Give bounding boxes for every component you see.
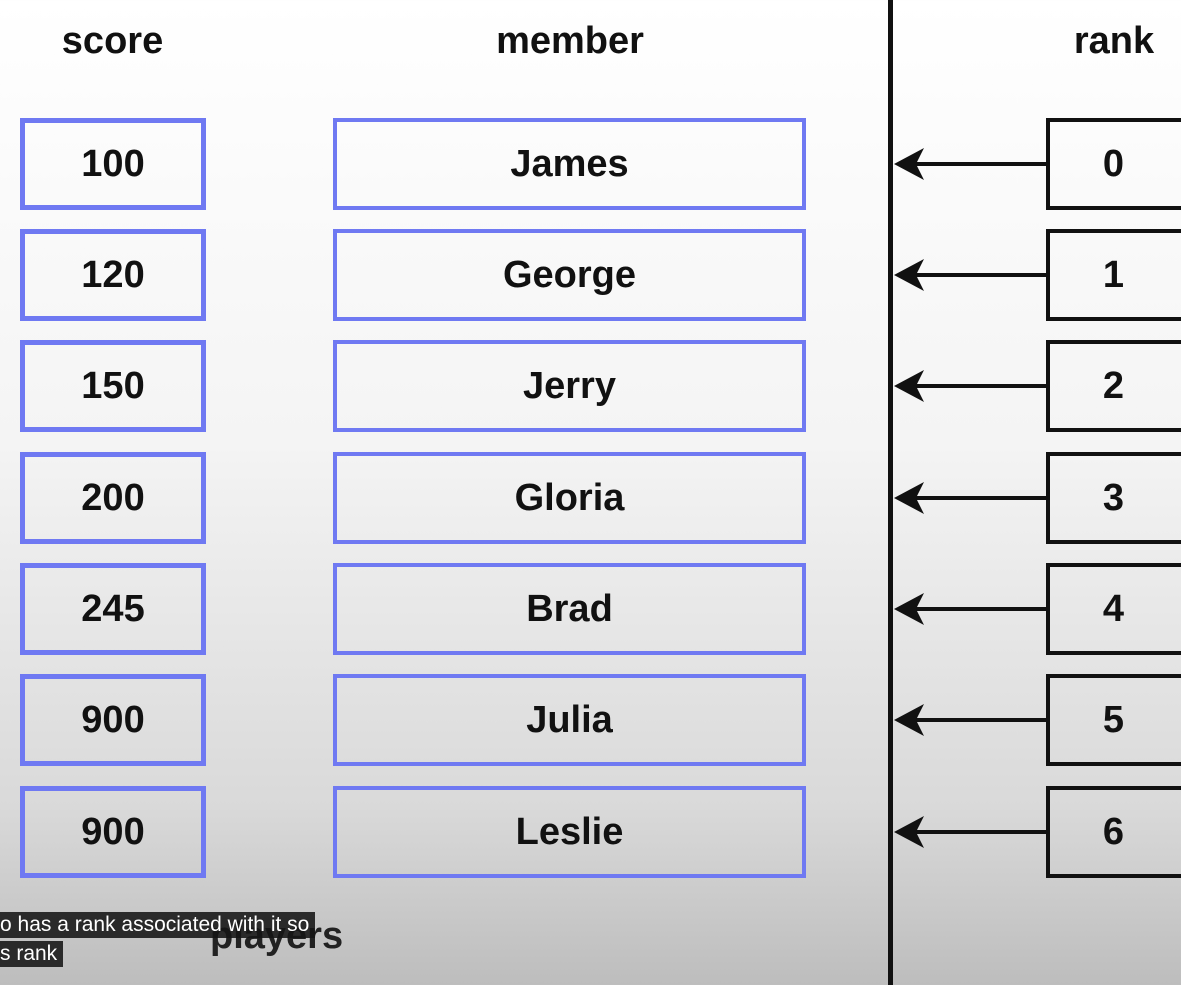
member-cell: George [333, 229, 806, 321]
diagram-row: 200 Gloria 3 [0, 452, 1181, 544]
left-arrow-icon [894, 704, 1048, 736]
rank-cell: 6 [1046, 786, 1181, 878]
rank-cell: 1 [1046, 229, 1181, 321]
diagram-row: 900 Leslie 6 [0, 786, 1181, 878]
diagram-row: 100 James 0 [0, 118, 1181, 210]
score-cell: 120 [20, 229, 206, 321]
member-cell: Leslie [333, 786, 806, 878]
member-header: member [496, 20, 644, 62]
left-arrow-icon [894, 259, 1048, 291]
left-arrow-icon [894, 816, 1048, 848]
rank-cell: 2 [1046, 340, 1181, 432]
diagram-row: 245 Brad 4 [0, 563, 1181, 655]
rank-cell: 5 [1046, 674, 1181, 766]
rank-cell: 3 [1046, 452, 1181, 544]
member-cell: Brad [333, 563, 806, 655]
rank-cell: 0 [1046, 118, 1181, 210]
left-arrow-icon [894, 370, 1048, 402]
score-cell: 245 [20, 563, 206, 655]
diagram-row: 120 George 1 [0, 229, 1181, 321]
rank-cell: 4 [1046, 563, 1181, 655]
score-cell: 100 [20, 118, 206, 210]
score-cell: 200 [20, 452, 206, 544]
diagram-row: 150 Jerry 2 [0, 340, 1181, 432]
rank-header: rank [1073, 20, 1155, 62]
caption-line-1: o has a rank associated with it so [0, 912, 316, 938]
member-cell: Jerry [333, 340, 806, 432]
score-cell: 900 [20, 786, 206, 878]
score-header: score [61, 20, 164, 62]
member-cell: James [333, 118, 806, 210]
diagram-row: 900 Julia 5 [0, 674, 1181, 766]
score-cell: 150 [20, 340, 206, 432]
member-cell: Gloria [333, 452, 806, 544]
left-arrow-icon [894, 593, 1048, 625]
caption-line-2: s rank [0, 941, 64, 967]
left-arrow-icon [894, 148, 1048, 180]
member-cell: Julia [333, 674, 806, 766]
left-arrow-icon [894, 482, 1048, 514]
score-cell: 900 [20, 674, 206, 766]
